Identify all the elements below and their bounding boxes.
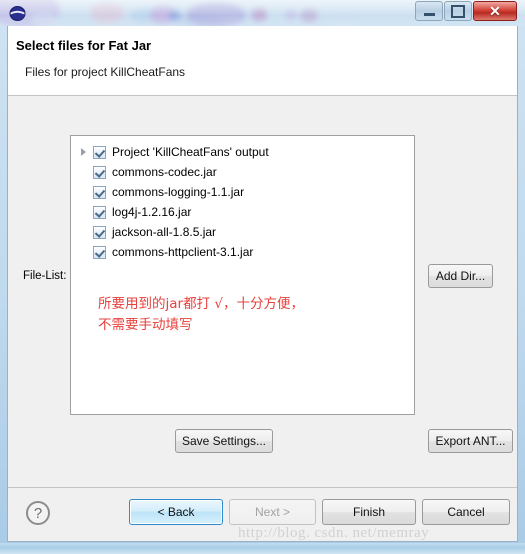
dialog-client: Select files for Fat Jar Files for proje… — [7, 26, 518, 542]
checkbox-checked-icon[interactable] — [93, 145, 106, 159]
wizard-body: File-List: Project 'KillCheatFans' outpu… — [8, 96, 517, 486]
file-list[interactable]: Project 'KillCheatFans' output commons-c… — [70, 135, 415, 415]
minimize-icon — [423, 12, 435, 16]
expand-triangle-icon[interactable] — [77, 146, 90, 159]
minimize-button[interactable] — [415, 1, 443, 21]
list-item[interactable]: log4j-1.2.16.jar — [71, 202, 414, 222]
list-item-label: log4j-1.2.16.jar — [112, 205, 192, 219]
checkbox-checked-icon[interactable] — [93, 185, 106, 199]
checkbox-checked-icon[interactable] — [93, 205, 106, 219]
checkbox-checked-icon[interactable] — [93, 165, 106, 179]
list-item[interactable]: commons-logging-1.1.jar — [71, 182, 414, 202]
close-icon: ✕ — [489, 3, 501, 19]
wizard-header: Select files for Fat Jar Files for proje… — [8, 26, 517, 96]
list-item[interactable]: commons-httpclient-3.1.jar — [71, 242, 414, 262]
list-item-label: commons-httpclient-3.1.jar — [112, 245, 254, 259]
dialog-window: ✕ Select files for Fat Jar Files for pro… — [0, 0, 525, 554]
cancel-button[interactable]: Cancel — [422, 499, 510, 525]
list-item-label: Project 'KillCheatFans' output — [112, 145, 269, 159]
next-button: Next > — [229, 499, 316, 525]
wizard-footer: ? < Back Next > Finish Cancel — [8, 487, 517, 541]
export-ant-button[interactable]: Export ANT... — [428, 429, 513, 453]
page-title: Select files for Fat Jar — [16, 38, 152, 53]
close-button[interactable]: ✕ — [473, 1, 517, 21]
window-bottom-edge — [0, 543, 525, 554]
page-subtitle: Files for project KillCheatFans — [25, 65, 186, 79]
checkbox-checked-icon[interactable] — [93, 245, 106, 259]
list-item[interactable]: jackson-all-1.8.5.jar — [71, 222, 414, 242]
back-button[interactable]: < Back — [129, 499, 223, 525]
list-item-label: commons-codec.jar — [112, 165, 217, 179]
red-annotation-text: 所要用到的jar都打 √，十分方便， 不需要手动填写 — [98, 296, 304, 333]
checkbox-checked-icon[interactable] — [93, 225, 106, 239]
list-item-label: jackson-all-1.8.5.jar — [112, 225, 217, 239]
add-dir-button[interactable]: Add Dir... — [428, 264, 493, 288]
maximize-icon — [451, 4, 465, 18]
file-list-label: File-List: — [23, 270, 67, 282]
list-item[interactable]: commons-codec.jar — [71, 162, 414, 182]
maximize-button[interactable] — [444, 1, 472, 21]
finish-button[interactable]: Finish — [322, 499, 416, 525]
list-item[interactable]: Project 'KillCheatFans' output — [71, 142, 414, 162]
help-button[interactable]: ? — [26, 501, 50, 525]
list-item-label: commons-logging-1.1.jar — [112, 185, 245, 199]
eclipse-icon — [9, 6, 26, 21]
save-settings-button[interactable]: Save Settings... — [175, 429, 273, 453]
